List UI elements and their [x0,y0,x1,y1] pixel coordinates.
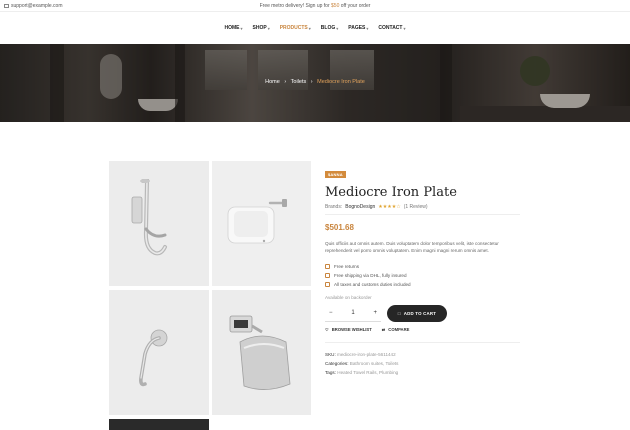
chevron-down-icon: ▾ [366,25,369,31]
divider [325,342,520,343]
brand-rating-row: Brands: BognoDesign ★★★★☆ (1 Review) [325,204,520,210]
nav-label: HOME [224,25,240,31]
plus-button[interactable]: + [373,310,377,316]
add-to-cart-button[interactable]: □ ADD TO CART [387,305,447,322]
nav-item-products[interactable]: PRODUCTS ▾ [280,25,311,31]
hero-banner: Home › Toilets › Mediocre Iron Plate [0,44,630,122]
nav-label: CONTACT [378,25,403,31]
main-navigation: HOME ▾ SHOP ▾ PRODUCTS ▾ BLOG ▾ PAGES ▾ CONTA… [0,12,630,44]
product-actions: ♡ BROWSE WISHLIST ⇄ COMPARE [325,327,520,332]
product-info: $ANNA Mediocre Iron Plate Brands: BognoD… [325,163,520,377]
feature-text: Free returns [334,264,360,269]
promo-message: Free metro delivery! Sign up for $50 off… [0,3,630,9]
product-badge: $ANNA [325,171,346,178]
brand-link[interactable]: BognoDesign [345,204,375,210]
categories-value[interactable]: Bathroom suites, Toilets [350,361,399,366]
categories-row: Categories: Bathroom suites, Toilets [325,359,520,368]
product-image-more[interactable] [109,419,209,430]
browse-wishlist-button[interactable]: ♡ BROWSE WISHLIST [325,327,372,332]
add-to-cart-label: ADD TO CART [403,311,437,316]
feature-text: All taxes and customs duties included [334,282,411,287]
nav-label: PAGES [348,25,366,31]
breadcrumb-toilets[interactable]: Toilets [291,79,307,85]
brand-label: Brands: [325,204,343,210]
divider [325,214,520,215]
chevron-down-icon: ▾ [403,25,406,31]
feature-list: Free returns Free shipping via DHL, full… [325,262,520,289]
wall-basin-image [227,199,287,244]
chevron-down-icon: ▾ [240,25,243,31]
feature-taxes: All taxes and customs duties included [325,280,520,289]
cart-row: − 1 + □ ADD TO CART [325,305,520,322]
truck-icon [325,273,330,278]
paper-holder-image [229,315,291,390]
compare-button[interactable]: ⇄ COMPARE [382,327,410,332]
return-icon [325,264,330,269]
sku-value: mediocre-iron-plate-5611442 [337,352,396,357]
heart-icon: ♡ [325,327,329,332]
tags-row: Tags: Heated Towel Rails, Plumbing [325,368,520,377]
promo-prefix: Free metro delivery! Sign up for [259,3,330,9]
availability-status: Available on backorder [325,295,372,300]
breadcrumb: Home › Toilets › Mediocre Iron Plate [0,79,630,85]
nav-label: SHOP [252,25,267,31]
promo-suffix: off your order [340,3,371,9]
sku-row: SKU: mediocre-iron-plate-5611442 [325,350,520,359]
product-image-paper-holder[interactable] [212,290,311,415]
nav-item-contact[interactable]: CONTACT ▾ [378,25,405,31]
minus-button[interactable]: − [329,310,333,316]
compare-label: COMPARE [388,327,410,332]
product-price: $501.68 [325,223,354,232]
breadcrumb-current: Mediocre Iron Plate [317,79,365,85]
compare-icon: ⇄ [381,327,386,332]
feature-free-shipping: Free shipping via DHL, fully insured [325,271,520,280]
feature-free-returns: Free returns [325,262,520,271]
tags-value[interactable]: Heated Towel Rails, Plumbing [337,370,398,375]
sku-label: SKU: [325,352,336,357]
feature-text: Free shipping via DHL, fully insured [334,273,407,278]
categories-label: Categories: [325,361,349,366]
nav-label: BLOG [320,25,336,31]
product-image-robe-hook[interactable] [109,290,209,415]
review-count[interactable]: (1 Review) [404,204,428,210]
top-bar: support@example.com Free metro delivery!… [0,0,630,12]
wishlist-label: BROWSE WISHLIST [331,327,372,332]
robe-hook-image [139,329,168,387]
nav-item-home[interactable]: HOME ▾ [225,25,243,31]
nav-label: PRODUCTS [279,25,308,31]
tax-icon [325,282,330,287]
chevron-down-icon: ▾ [267,25,270,31]
chevron-right-icon: › [310,79,313,85]
chevron-down-icon: ▾ [308,25,311,31]
breadcrumb-home[interactable]: Home [265,79,280,85]
product-image-towel-hook[interactable] [109,161,209,286]
nav-item-pages[interactable]: PAGES ▾ [348,25,368,31]
product-description: Quis officiis aut omnis autem. Duis volu… [325,241,499,253]
towel-hook-image [131,179,167,256]
quantity-value[interactable]: 1 [351,310,354,316]
promo-amount: $50 [331,3,340,9]
bag-icon: □ [397,311,401,316]
product-image-wall-basin[interactable] [212,161,311,286]
nav-item-blog[interactable]: BLOG ▾ [321,25,338,31]
product-meta: SKU: mediocre-iron-plate-5611442 Categor… [325,350,520,377]
tags-label: Tags: [325,370,336,375]
nav-item-shop[interactable]: SHOP ▾ [253,25,270,31]
chevron-down-icon: ▾ [336,25,339,31]
quantity-stepper: − 1 + [325,305,381,322]
rating-stars: ★★★★☆ [378,204,401,210]
chevron-right-icon: › [284,79,287,85]
product-title: Mediocre Iron Plate [325,185,457,200]
